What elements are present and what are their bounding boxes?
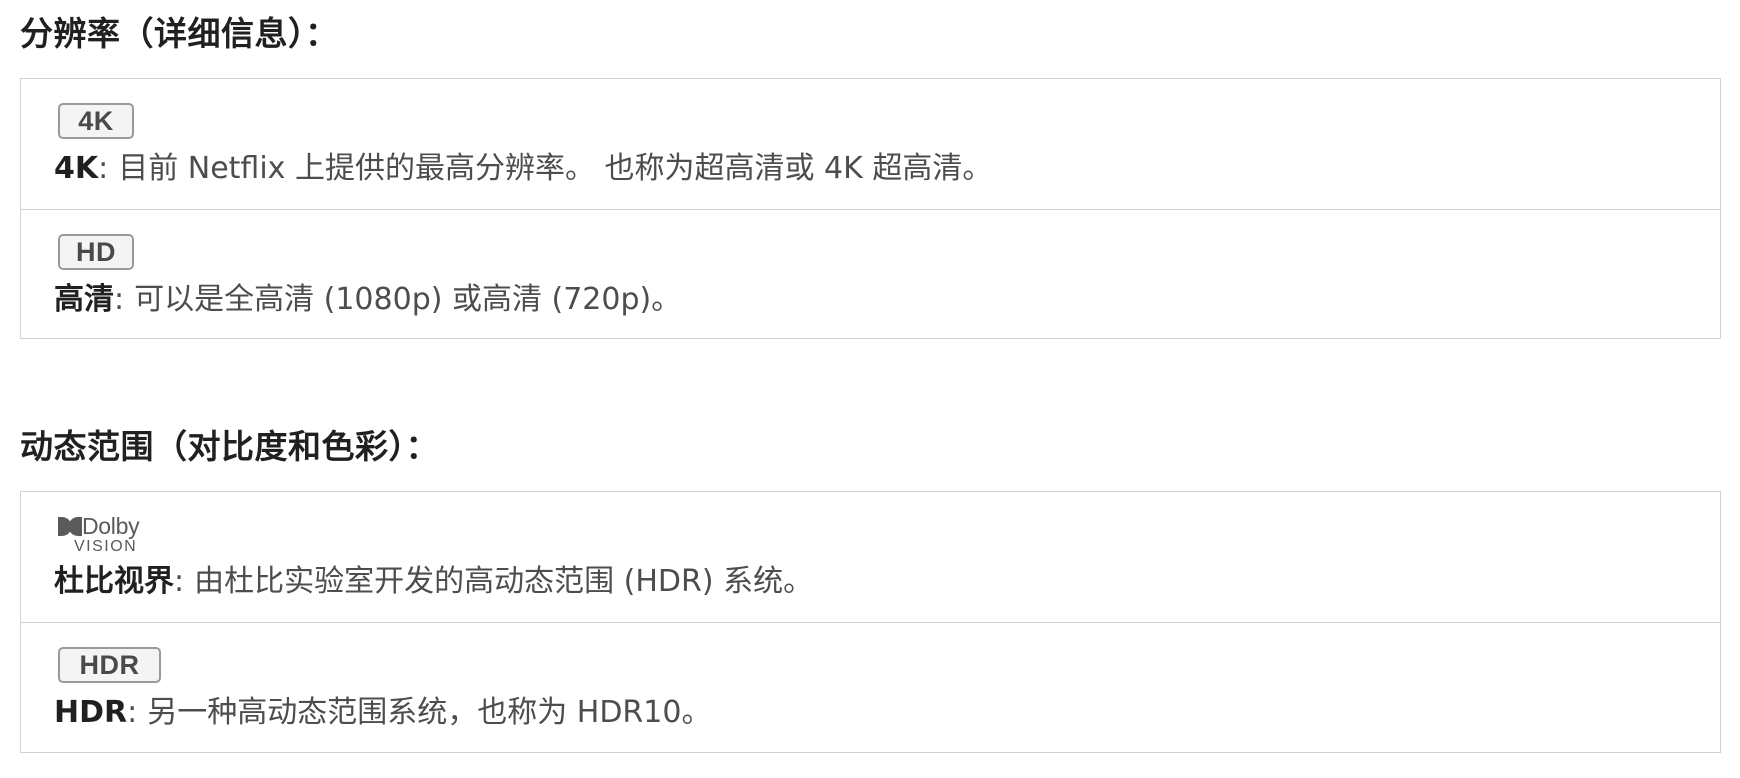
resolution-row-4k: 4K 4K: 目前 Netflix 上提供的最高分辨率。 也称为超高清或 4K 超…: [21, 79, 1720, 209]
term-label: 高清: [54, 282, 114, 317]
resolution-description-hd: 高清: 可以是全高清 (1080p) 或高清 (720p)。: [54, 280, 681, 320]
term-colon: :: [114, 282, 125, 317]
section-title-dynamic-range: 动态范围（对比度和色彩）：: [20, 427, 439, 466]
resolution-table: 4K 4K: 目前 Netflix 上提供的最高分辨率。 也称为超高清或 4K 超…: [20, 78, 1721, 339]
description-text: 可以是全高清 (1080p) 或高清 (720p)。: [134, 282, 682, 317]
dynamic-description-hdr: HDR: 另一种高动态范围系统，也称为 HDR10。: [54, 693, 711, 733]
description-text: 由杜比实验室开发的高动态范围 (HDR) 系统。: [194, 564, 814, 599]
resolution-description-4k: 4K: 目前 Netflix 上提供的最高分辨率。 也称为超高清或 4K 超高清。: [54, 149, 992, 189]
dynamic-row-hdr: HDR HDR: 另一种高动态范围系统，也称为 HDR10。: [21, 622, 1720, 752]
resolution-row-hd: HD 高清: 可以是全高清 (1080p) 或高清 (720p)。: [21, 209, 1720, 339]
dynamic-range-table: Dolby VISION 杜比视界: 由杜比实验室开发的高动态范围 (HDR) 系…: [20, 491, 1721, 753]
dolby-double-d-icon: [58, 517, 82, 536]
4k-badge-icon: 4K: [58, 103, 134, 139]
term-colon: :: [174, 564, 185, 599]
description-text: 目前 Netflix 上提供的最高分辨率。 也称为超高清或 4K 超高清。: [118, 151, 993, 186]
description-text: 另一种高动态范围系统，也称为 HDR10。: [147, 695, 712, 730]
term-colon: :: [98, 151, 109, 186]
vision-wordmark: VISION: [74, 538, 138, 555]
dolby-vision-logo-icon: Dolby VISION: [58, 514, 158, 558]
dynamic-description-dolby-vision: 杜比视界: 由杜比实验室开发的高动态范围 (HDR) 系统。: [54, 562, 813, 602]
term-colon: :: [127, 695, 138, 730]
section-title-resolution: 分辨率（详细信息）：: [20, 14, 339, 53]
hdr-badge-icon: HDR: [58, 647, 161, 683]
dolby-wordmark: Dolby: [82, 513, 140, 539]
hd-badge-icon: HD: [58, 234, 134, 270]
dynamic-row-dolby-vision: Dolby VISION 杜比视界: 由杜比实验室开发的高动态范围 (HDR) 系…: [21, 492, 1720, 622]
term-label: HDR: [54, 695, 128, 730]
term-label: 杜比视界: [54, 564, 174, 599]
term-label: 4K: [54, 151, 99, 186]
